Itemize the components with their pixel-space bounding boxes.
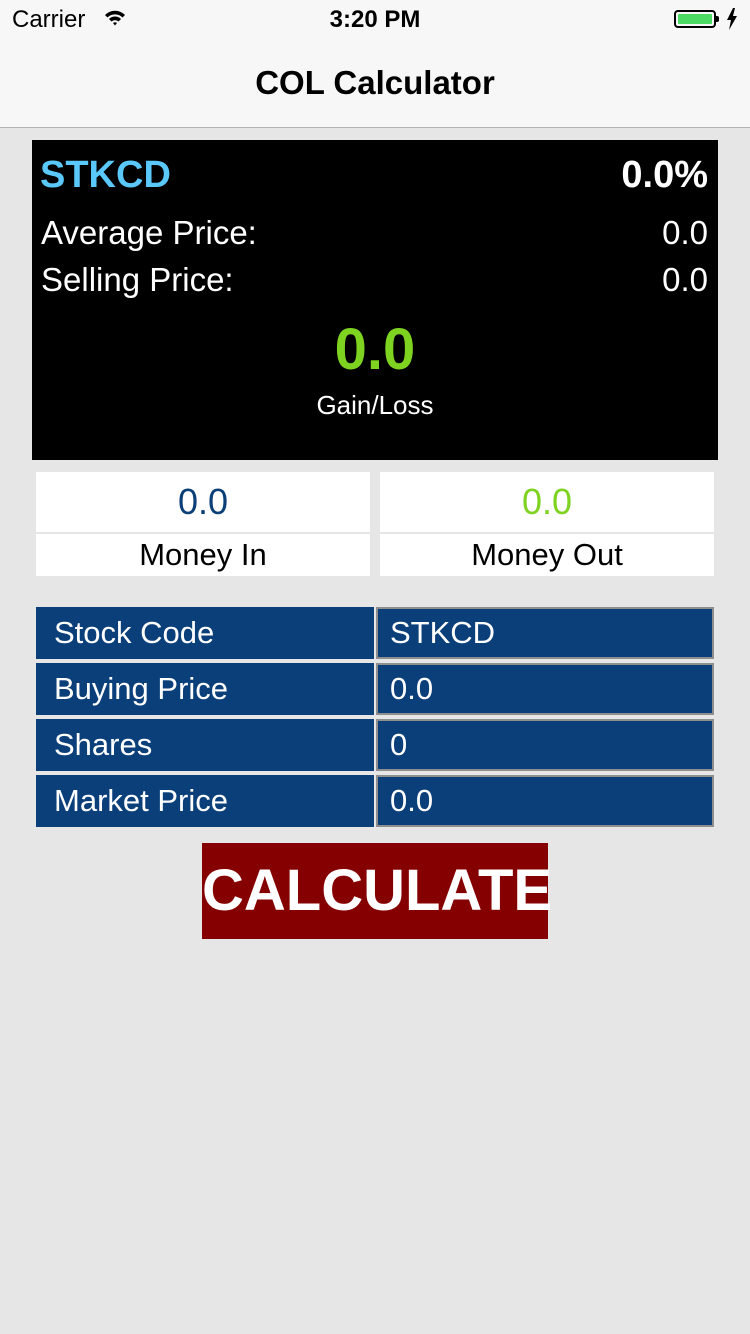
status-time: 3:20 PM: [329, 6, 421, 33]
stock-code-input[interactable]: [376, 607, 714, 659]
market-price-row: Market Price: [36, 775, 714, 827]
average-price-value: 0.0: [662, 214, 708, 251]
page-title: COL Calculator: [255, 64, 495, 101]
money-in-label: Money In: [36, 534, 370, 576]
market-price-input[interactable]: [376, 775, 714, 827]
status-bar: Carrier 3:20 PM: [0, 0, 750, 40]
calculate-button[interactable]: CALCULATE: [202, 843, 552, 939]
battery-icon: [674, 10, 716, 28]
shares-row: Shares: [36, 719, 714, 771]
gain-loss-label: Gain/Loss: [316, 390, 434, 420]
result-panel: STKCD 0.0% Average Price: 0.0 Selling Pr…: [32, 140, 718, 460]
money-out-value: 0.0: [380, 472, 714, 532]
battery-cap: [716, 16, 719, 22]
result-stock-code: STKCD: [40, 154, 171, 196]
market-price-label: Market Price: [36, 775, 374, 827]
shares-input[interactable]: [376, 719, 714, 771]
gain-loss-value: 0.0: [334, 317, 416, 382]
average-price-label: Average Price:: [41, 214, 257, 251]
app-screen: Carrier 3:20 PM COL Calculator STKCD 0.0…: [0, 0, 750, 1334]
money-in-value: 0.0: [36, 472, 370, 532]
shares-label: Shares: [36, 719, 374, 771]
stock-code-row: Stock Code: [36, 607, 714, 659]
battery-level: [678, 14, 712, 24]
result-percent: 0.0%: [621, 154, 708, 196]
buying-price-row: Buying Price: [36, 663, 714, 715]
selling-price-label: Selling Price:: [41, 261, 234, 298]
selling-price-value: 0.0: [662, 261, 708, 298]
money-out-box: 0.0 Money Out: [380, 472, 714, 576]
stock-code-label: Stock Code: [36, 607, 374, 659]
buying-price-label: Buying Price: [36, 663, 374, 715]
money-out-label: Money Out: [380, 534, 714, 576]
buying-price-input[interactable]: [376, 663, 714, 715]
charging-bolt-icon: [726, 8, 738, 35]
money-in-box: 0.0 Money In: [36, 472, 370, 576]
navigation-bar: COL Calculator: [0, 40, 750, 128]
